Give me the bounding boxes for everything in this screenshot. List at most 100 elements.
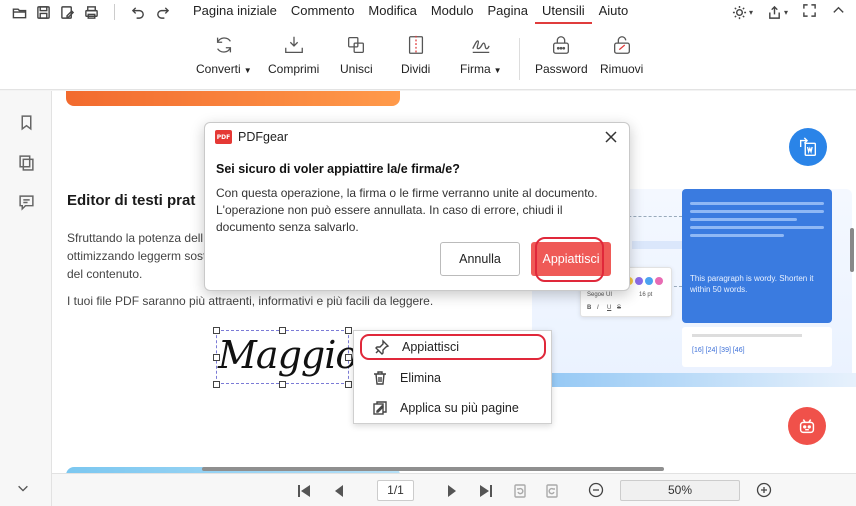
unisci-button[interactable]: Unisci bbox=[340, 34, 373, 76]
dialog-title: PDFgear bbox=[238, 130, 289, 144]
menu-modulo[interactable]: Modulo bbox=[424, 0, 481, 24]
comments-icon[interactable] bbox=[16, 192, 36, 212]
next-page-icon[interactable] bbox=[443, 482, 461, 500]
signature-icon bbox=[471, 40, 490, 53]
tools-ribbon: Converti ▼ Comprimi Unisci Dividi Firma ▼ … bbox=[0, 24, 856, 90]
menu-utensili[interactable]: Utensili bbox=[534, 0, 592, 24]
context-appiattisci-label: Appiattisci bbox=[402, 340, 459, 354]
save-icon[interactable] bbox=[34, 3, 52, 21]
rimuovi-button[interactable]: Rimuovi bbox=[600, 34, 643, 76]
underline-icon: U bbox=[607, 305, 612, 311]
dialog-titlebar: PDF PDFgear bbox=[205, 123, 629, 151]
annulla-button[interactable]: Annulla bbox=[440, 242, 520, 276]
thumbnails-icon[interactable] bbox=[16, 152, 36, 172]
bookmark-icon[interactable] bbox=[16, 112, 36, 132]
unisci-label: Unisci bbox=[340, 62, 373, 76]
context-applica-su-piu-pagine[interactable]: Applica su più pagine bbox=[360, 395, 546, 421]
previous-page-icon[interactable] bbox=[330, 482, 348, 500]
sidebar-expand-chevron-icon[interactable] bbox=[16, 481, 34, 499]
illustration-refs: [16] [24] [39] [46] bbox=[692, 347, 745, 354]
dialog-close-button[interactable] bbox=[603, 129, 619, 145]
toolbar-separator bbox=[114, 4, 115, 20]
resize-handle-n[interactable] bbox=[279, 327, 286, 334]
context-elimina[interactable]: Elimina bbox=[360, 365, 546, 391]
illustration-card-text: This paragraph is wordy. Shorten it with… bbox=[690, 274, 814, 294]
color-swatch bbox=[635, 277, 643, 285]
first-page-icon[interactable] bbox=[295, 482, 313, 500]
zoom-level[interactable]: 50% bbox=[620, 480, 740, 501]
signature[interactable]: Maggio bbox=[218, 333, 358, 377]
font-name: Segoe UI bbox=[587, 292, 613, 298]
resize-handle-ne[interactable] bbox=[345, 327, 352, 334]
ai-assistant-button[interactable] bbox=[788, 407, 826, 445]
context-appiattisci[interactable]: Appiattisci bbox=[360, 334, 546, 360]
menu-modifica[interactable]: Modifica bbox=[361, 0, 423, 24]
rotate-left-icon[interactable] bbox=[511, 482, 529, 500]
window-controls: ▾ ▾ bbox=[732, 0, 846, 24]
page-heading: Editor di testi prat bbox=[67, 192, 196, 209]
bold-icon: B bbox=[587, 305, 592, 311]
apply-pages-icon bbox=[373, 401, 387, 415]
menu-pagina-iniziale[interactable]: Pagina iniziale bbox=[186, 0, 284, 24]
share-icon[interactable]: ▾ bbox=[767, 5, 788, 20]
confirm-button-highlight-ring bbox=[535, 237, 604, 282]
open-folder-icon[interactable] bbox=[10, 3, 28, 21]
fullscreen-icon[interactable] bbox=[802, 3, 817, 21]
redo-icon[interactable] bbox=[153, 3, 171, 21]
save-as-icon[interactable] bbox=[58, 3, 76, 21]
menu-commento[interactable]: Commento bbox=[284, 0, 362, 24]
firma-label: Firma bbox=[460, 62, 491, 76]
pin-icon bbox=[375, 339, 390, 355]
print-icon[interactable] bbox=[82, 3, 100, 21]
dividi-button[interactable]: Dividi bbox=[401, 34, 430, 76]
quick-access-toolbar bbox=[0, 3, 171, 21]
theme-sun-icon[interactable]: ▾ bbox=[732, 5, 753, 20]
close-icon bbox=[605, 131, 617, 143]
color-swatch bbox=[655, 277, 663, 285]
resize-handle-nw[interactable] bbox=[213, 327, 220, 334]
convert-icon bbox=[216, 37, 231, 53]
trash-icon bbox=[374, 371, 386, 385]
zoom-in-icon[interactable] bbox=[756, 482, 772, 498]
horizontal-scrollbar[interactable] bbox=[202, 467, 664, 471]
resize-handle-s[interactable] bbox=[279, 381, 286, 388]
menu-pagina[interactable]: Pagina bbox=[480, 0, 534, 24]
password-label: Password bbox=[535, 62, 588, 76]
signature-context-menu: Appiattisci Elimina Applica su più pagin… bbox=[353, 330, 552, 424]
comprimi-label: Comprimi bbox=[268, 62, 320, 76]
vertical-scrollbar[interactable] bbox=[850, 228, 854, 272]
firma-button[interactable]: Firma ▼ bbox=[460, 34, 502, 76]
merge-icon bbox=[348, 37, 365, 53]
context-applica-label: Applica su più pagine bbox=[400, 401, 519, 415]
word-convert-icon bbox=[799, 137, 817, 156]
illustration-line bbox=[690, 202, 824, 205]
collapse-ribbon-icon[interactable] bbox=[831, 3, 846, 21]
split-icon bbox=[408, 35, 423, 55]
page-paragraph-2: I tuoi file PDF saranno più attraenti, i… bbox=[67, 294, 434, 308]
comprimi-button[interactable]: Comprimi bbox=[268, 34, 319, 76]
resize-handle-se[interactable] bbox=[345, 381, 352, 388]
convert-to-word-button[interactable] bbox=[789, 128, 827, 166]
menu-bar: Pagina iniziale Commento Modifica Modulo… bbox=[0, 0, 856, 24]
menu-aiuto[interactable]: Aiuto bbox=[592, 0, 636, 24]
ribbon-separator bbox=[519, 38, 520, 80]
last-page-icon[interactable] bbox=[477, 482, 495, 500]
resize-handle-sw[interactable] bbox=[213, 381, 220, 388]
page-indicator[interactable]: 1/1 bbox=[377, 480, 414, 501]
left-sidebar bbox=[0, 91, 52, 506]
italic-icon: I bbox=[597, 305, 599, 311]
illustration-strip bbox=[522, 373, 856, 387]
rimuovi-label: Rimuovi bbox=[600, 62, 644, 76]
strikethrough-icon: S bbox=[617, 305, 622, 311]
zoom-out-icon[interactable] bbox=[588, 482, 604, 498]
undo-icon[interactable] bbox=[129, 3, 147, 21]
rotate-right-icon[interactable] bbox=[543, 482, 561, 500]
resize-handle-e[interactable] bbox=[345, 354, 352, 361]
illustration-line bbox=[690, 226, 824, 229]
password-button[interactable]: Password bbox=[535, 34, 588, 76]
resize-handle-w[interactable] bbox=[213, 354, 220, 361]
illustration-line bbox=[690, 210, 824, 213]
illustration-refs-panel: [16] [24] [39] [46] bbox=[682, 327, 832, 367]
converti-button[interactable]: Converti ▼ bbox=[196, 34, 252, 76]
illustration-line bbox=[690, 234, 784, 237]
